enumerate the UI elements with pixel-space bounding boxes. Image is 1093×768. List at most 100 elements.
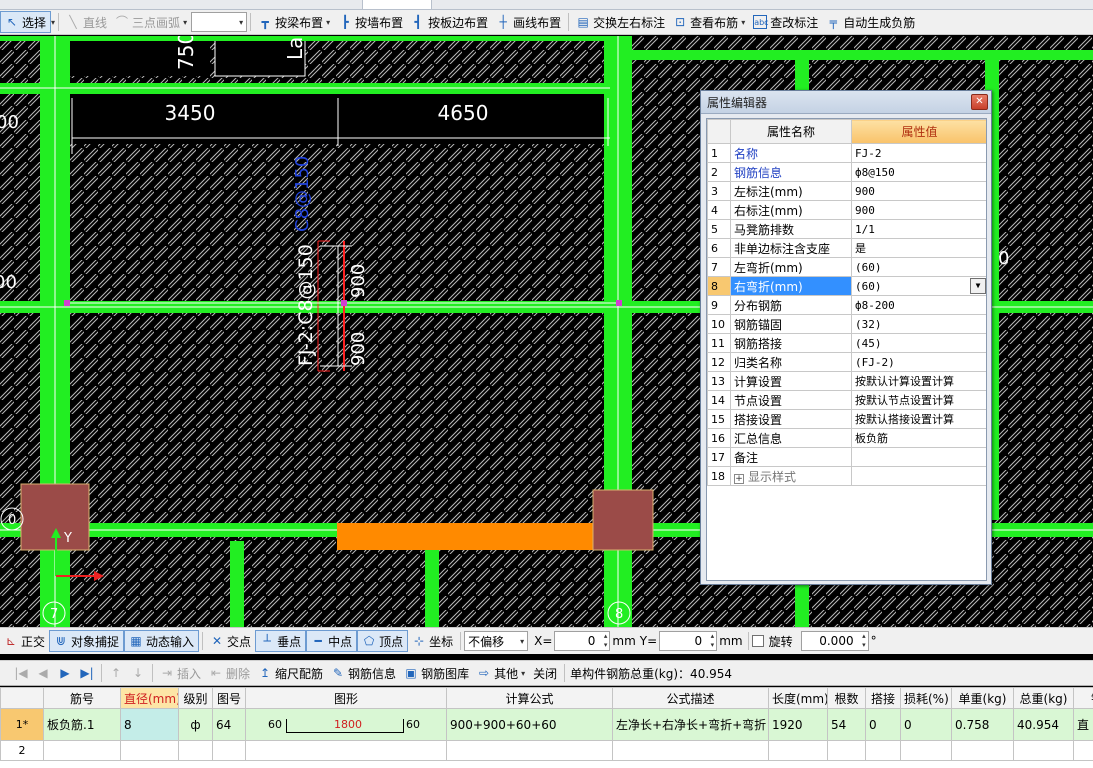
y-coordinate-input[interactable]: 0 — [659, 631, 718, 651]
arc-button[interactable]: ⌒ 三点画弧 ▾ — [111, 11, 191, 33]
svg-text:8: 8 — [615, 607, 623, 622]
by-slab-edge-button[interactable]: ┫ 按板边布置 — [407, 11, 492, 33]
view-layout-button[interactable]: ⊡ 查看布筋 ▾ — [669, 11, 749, 33]
rebar-info-button[interactable]: ✎ 钢筋信息 — [327, 662, 400, 684]
last-record-button[interactable]: ▶| — [76, 662, 98, 684]
cell-total-weight[interactable]: 40.954 — [1013, 708, 1074, 741]
cell-description[interactable]: 左净长+右净长+弯折+弯折 — [612, 708, 769, 741]
prev-record-button[interactable]: ◀ — [32, 662, 54, 684]
cell-more[interactable]: 直 — [1073, 708, 1093, 741]
select-button[interactable]: ↖ 选择 — [0, 11, 52, 33]
prop-value[interactable]: (32) — [851, 314, 986, 334]
line-button[interactable]: ╲ 直线 — [62, 11, 111, 33]
cell-grade[interactable]: ф — [178, 708, 213, 741]
table-row[interactable]: 2 — [0, 740, 1093, 761]
expand-plus-icon[interactable]: + — [734, 473, 744, 484]
edit-label-button[interactable]: abc 查改标注 — [749, 11, 822, 33]
swap-labels-button[interactable]: ▤ 交换左右标注 — [572, 11, 669, 33]
other-button[interactable]: ⇨ 其他 ▾ — [473, 662, 529, 684]
draw-line-layout-button[interactable]: ┼ 画线布置 — [492, 11, 565, 33]
prop-value[interactable]: 按默认计算设置计算 — [851, 371, 986, 391]
arc-option-combo[interactable]: ▾ — [191, 12, 248, 32]
dynamic-input-icon: ▦ — [130, 634, 142, 648]
prop-value[interactable] — [851, 447, 986, 467]
prop-value[interactable]: 板负筋 — [851, 428, 986, 448]
prop-name: 右标注(mm) — [730, 200, 852, 220]
move-up-button[interactable]: ↑ — [105, 662, 127, 684]
column-right[interactable] — [592, 489, 654, 551]
cell-bar-no[interactable]: 板负筋.1 — [43, 708, 121, 741]
by-beam-button[interactable]: ┳ 按梁布置 ▾ — [254, 11, 334, 33]
cell-formula[interactable]: 900+900+60+60 — [446, 708, 613, 741]
prop-value[interactable]: 是 — [851, 238, 986, 258]
snap-coordinate-button[interactable]: ⊹ 坐标 — [408, 630, 457, 652]
rebar-library-button[interactable]: ▣ 钢筋图库 — [400, 662, 473, 684]
prop-value[interactable]: FJ-2 — [851, 143, 986, 163]
dimension-band — [70, 92, 610, 144]
row-number[interactable]: 1* — [0, 708, 44, 741]
snap-perpendicular-button[interactable]: ┴ 垂点 — [255, 630, 307, 652]
cell-loss[interactable]: 0 — [900, 708, 952, 741]
select-dropdown-arrow[interactable]: ▾ — [51, 18, 55, 27]
prop-value[interactable]: (FJ-2) — [851, 352, 986, 372]
next-icon: ▶ — [60, 666, 70, 680]
move-down-button[interactable]: ↓ — [127, 662, 149, 684]
prop-value[interactable]: ф8-200 — [851, 295, 986, 315]
prop-value[interactable]: (45) — [851, 333, 986, 353]
dialog-title: 属性编辑器 — [707, 95, 768, 110]
arrow-up-icon: ↑ — [110, 666, 122, 680]
insert-button[interactable]: ⇥ 插入 — [156, 662, 205, 684]
cell-count[interactable]: 54 — [827, 708, 866, 741]
rebar-label-text: FJ-2:C8@150 — [295, 244, 317, 366]
cell-shape[interactable]: 60 1800 60 — [245, 708, 447, 741]
scale-rebar-button[interactable]: ↥ 缩尺配筋 — [254, 662, 327, 684]
snap-vertex-button[interactable]: ⬠ 顶点 — [357, 630, 409, 652]
arc-icon: ⌒ — [116, 15, 129, 29]
ortho-button[interactable]: ⊾ 正交 — [0, 630, 49, 652]
cell-shape-no[interactable]: 64 — [212, 708, 246, 741]
rotate-checkbox[interactable] — [751, 635, 764, 647]
cell-diameter[interactable]: 8 — [120, 708, 179, 741]
prop-value[interactable]: ф8@150 — [851, 162, 986, 182]
rebar-dim-lower: 900 — [348, 332, 369, 366]
x-coordinate-input[interactable]: 0 — [554, 631, 611, 651]
cell-length[interactable]: 1920 — [768, 708, 828, 741]
snap-intersection-button[interactable]: ✕ 交点 — [206, 630, 255, 652]
col-name-header: 属性名称 — [730, 119, 852, 144]
prop-value[interactable]: (60) — [851, 257, 986, 277]
slab-edge-icon: ┫ — [414, 15, 422, 29]
close-icon[interactable]: ✕ — [971, 94, 988, 110]
prop-value[interactable]: 按默认节点设置计算 — [851, 390, 986, 410]
offset-mode-select[interactable]: 不偏移 ▾ — [464, 631, 529, 651]
chevron-down-icon[interactable]: ▼ — [970, 278, 986, 294]
by-wall-button[interactable]: ┣ 按墙布置 — [334, 11, 407, 33]
wall-layout-icon: ┣ — [341, 15, 349, 29]
cell-lap[interactable]: 0 — [865, 708, 901, 741]
prop-value[interactable]: 按默认搭接设置计算 — [851, 409, 986, 429]
close-button[interactable]: 关闭 — [529, 662, 561, 684]
delete-button[interactable]: ⇤ 删除 — [205, 662, 254, 684]
top-label-la: La — [283, 37, 307, 60]
next-record-button[interactable]: ▶ — [54, 662, 76, 684]
auto-generate-button[interactable]: ╤ 自动生成负筋 — [822, 11, 919, 33]
dynamic-input-button[interactable]: ▦ 动态输入 — [124, 630, 200, 652]
snap-midpoint-button[interactable]: ━ 中点 — [306, 630, 358, 652]
prop-value-selected[interactable]: (60) ▼ — [851, 276, 986, 296]
prop-name-group[interactable]: + 显示样式 — [730, 466, 852, 486]
prop-value[interactable]: 900 — [851, 200, 986, 220]
first-record-button[interactable]: |◀ — [10, 662, 32, 684]
header-formula: 计算公式 — [446, 687, 613, 709]
selected-beam[interactable] — [337, 523, 595, 550]
prop-value[interactable] — [851, 466, 986, 486]
cell-unit-weight[interactable]: 0.758 — [951, 708, 1014, 741]
prop-value[interactable]: 900 — [851, 181, 986, 201]
object-snap-button[interactable]: ⋓ 对象捕捉 — [49, 630, 125, 652]
header-lap: 搭接 — [865, 687, 901, 709]
table-row[interactable]: 1* 板负筋.1 8 ф 64 60 1800 60 900+900+60+60… — [0, 708, 1093, 741]
first-icon: |◀ — [14, 666, 28, 680]
rotate-angle-input[interactable]: 0.000 — [800, 631, 869, 651]
row-number[interactable]: 2 — [0, 740, 44, 761]
dialog-title-bar[interactable]: 属性编辑器 ✕ — [701, 91, 991, 114]
prop-value[interactable]: 1/1 — [851, 219, 986, 239]
midpoint-icon: ━ — [314, 634, 322, 648]
